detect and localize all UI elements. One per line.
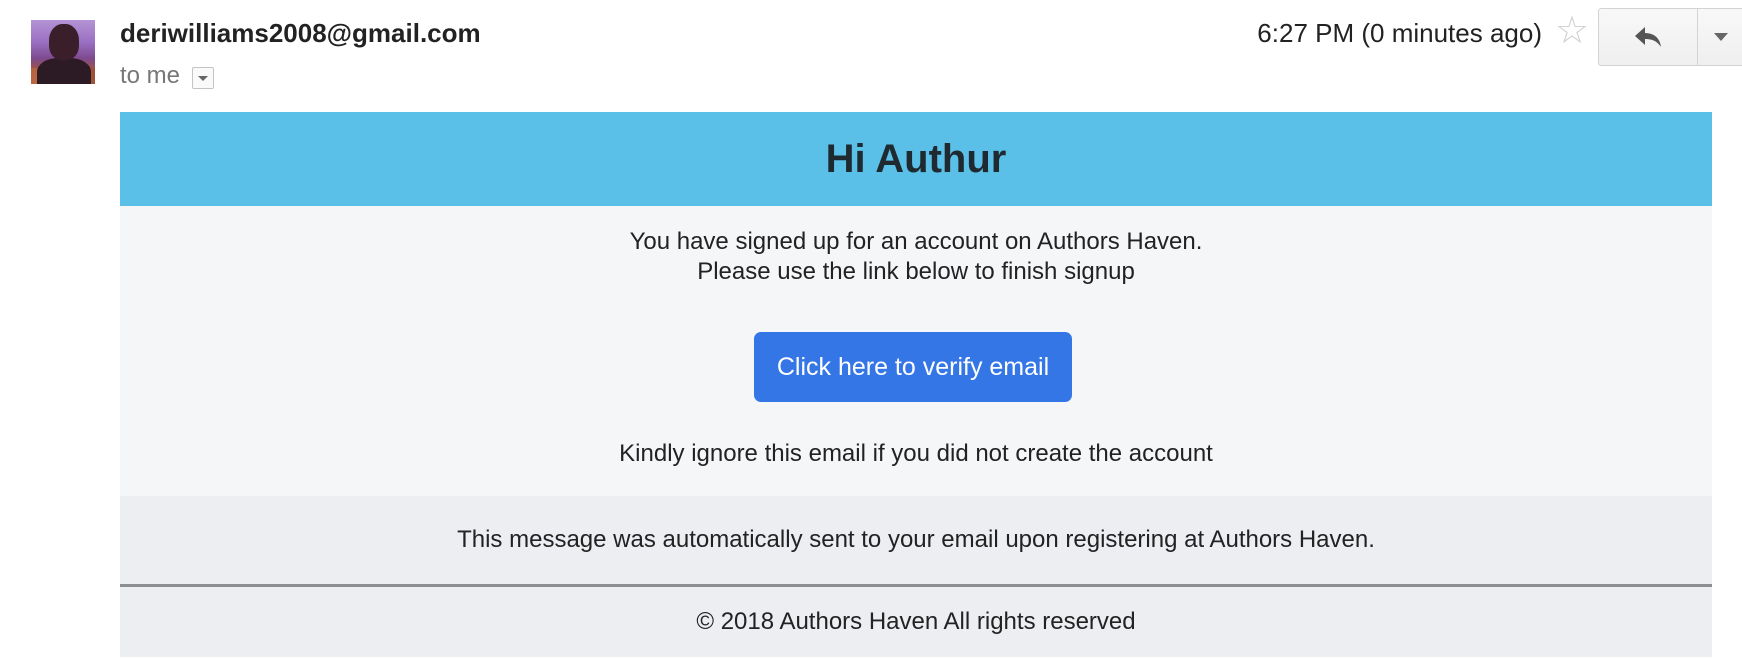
message-timestamp: 6:27 PM (0 minutes ago) — [1257, 18, 1542, 48]
intro-line-2: Please use the link below to finish sign… — [697, 258, 1135, 285]
chevron-down-icon — [1714, 33, 1728, 41]
email-header-banner: Hi Authur — [120, 112, 1712, 206]
more-options-button[interactable] — [1698, 9, 1742, 65]
auto-sent-note: This message was automatically sent to y… — [120, 496, 1712, 587]
verify-email-button[interactable]: Click here to verify email — [754, 332, 1072, 402]
sender-avatar[interactable] — [31, 20, 95, 84]
recipient-line: to me — [120, 62, 215, 90]
reply-button[interactable] — [1599, 9, 1698, 65]
email-body: Hi Authur You have signed up for an acco… — [120, 112, 1712, 657]
email-view: deriwilliams2008@gmail.com to me 6:27 PM… — [0, 0, 1742, 668]
sender-email[interactable]: deriwilliams2008@gmail.com — [120, 18, 481, 49]
recipient-details-dropdown-icon[interactable] — [192, 67, 215, 89]
ignore-note: Kindly ignore this email if you did not … — [619, 440, 1213, 467]
email-greeting: Hi Authur — [825, 136, 1007, 181]
email-content: You have signed up for an account on Aut… — [120, 206, 1712, 496]
reply-button-group — [1598, 8, 1742, 66]
copyright-footer: © 2018 Authors Haven All rights reserved — [120, 587, 1712, 657]
recipient-label: to me — [120, 62, 181, 89]
star-icon[interactable]: ☆ — [1555, 12, 1589, 50]
intro-line-1: You have signed up for an account on Aut… — [629, 228, 1203, 255]
reply-icon — [1635, 27, 1661, 47]
